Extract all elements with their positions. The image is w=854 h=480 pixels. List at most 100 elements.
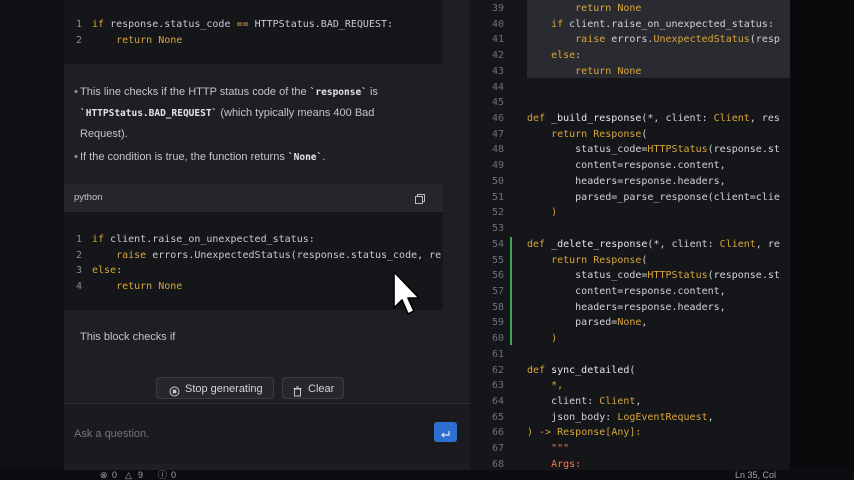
- code-token: if: [92, 19, 105, 30]
- line-number: 43: [491, 65, 504, 77]
- line-number: 1: [76, 19, 83, 30]
- para2-text-b: .: [322, 151, 326, 163]
- line-number: 58: [491, 301, 504, 313]
- explanation-paragraph-1: This line checks if the HTTP status code…: [74, 82, 410, 144]
- warning-count[interactable]: 9: [138, 470, 143, 480]
- code-token: def: [527, 364, 546, 376]
- code-token: response.status_code: [104, 19, 237, 30]
- code-token: (: [641, 128, 648, 140]
- code-text: json_body: LogEventRequest,: [527, 410, 714, 426]
- line-number: 53: [491, 223, 504, 235]
- code-token: _build_response: [545, 113, 642, 125]
- code-token: json_body:: [527, 411, 618, 423]
- code-token: None: [617, 317, 642, 329]
- code-token: raise: [92, 249, 147, 261]
- code-text: return None: [527, 1, 641, 17]
- code-token: status_code=: [527, 270, 648, 282]
- line-number: 49: [491, 160, 504, 172]
- code-text: else:: [527, 48, 581, 64]
- code-text: if client.raise_on_unexpected_status:: [92, 232, 315, 247]
- code-text: return None: [527, 64, 641, 80]
- info-icon: ⓘ: [158, 470, 168, 480]
- explanation-paragraph-2: If the condition is true, the function r…: [74, 147, 410, 168]
- code-token: status_code=: [527, 144, 648, 156]
- code-token: None: [611, 65, 642, 77]
- code-text: content=response.content,: [527, 284, 726, 300]
- line-number: 42: [491, 50, 504, 62]
- line-number: 3: [76, 265, 83, 276]
- code-token: ,: [641, 317, 648, 329]
- code-token: LogEventRequest: [617, 411, 708, 423]
- para1-text-c: (which typically means 400 Bad: [217, 107, 375, 119]
- line-number: 46: [491, 113, 504, 125]
- warning-icon: △: [125, 470, 132, 480]
- line-number: 50: [491, 175, 504, 187]
- clear-button[interactable]: Clear: [282, 377, 344, 399]
- code-token: content=response.content,: [527, 160, 726, 172]
- code-token: , res: [749, 113, 780, 125]
- info-count[interactable]: 0: [171, 470, 176, 480]
- stop-generating-button[interactable]: Stop generating: [156, 377, 274, 399]
- code-token: Client: [599, 396, 636, 407]
- code-token: (*, client:: [641, 113, 714, 125]
- line-number: 59: [491, 317, 504, 329]
- code-token: def: [527, 113, 546, 125]
- code-token: else: [92, 265, 117, 276]
- code-text: parsed=_parse_response(client=clie: [527, 190, 780, 206]
- enter-icon: [440, 427, 451, 445]
- code-token: raise: [527, 34, 606, 46]
- explanation-paragraph-3: This block checks if: [80, 327, 410, 347]
- code-text: def _build_response(*, client: Client, r…: [527, 111, 780, 127]
- line-number: 55: [491, 254, 504, 266]
- code-language-label: python: [74, 192, 103, 203]
- code-token: :: [116, 265, 123, 276]
- line-number: 2: [76, 34, 83, 46]
- code-text: if response.status_code == HTTPStatus.BA…: [92, 17, 393, 32]
- code-text: else:: [92, 263, 122, 278]
- copy-icon[interactable]: [414, 192, 426, 204]
- code-token: else: [527, 50, 576, 62]
- clear-label: Clear: [308, 383, 335, 395]
- line-number: 63: [491, 380, 504, 392]
- code-token: """: [527, 443, 570, 455]
- inline-code-response: `response`: [309, 87, 367, 98]
- line-number: 62: [491, 364, 504, 376]
- code-token: Any: [611, 427, 630, 439]
- code-token: ): [527, 207, 558, 219]
- code-token: ]:: [629, 427, 642, 439]
- code-token: HTTPStatus: [647, 144, 708, 156]
- code-text: status_code=HTTPStatus(response.st: [527, 268, 780, 284]
- line-number: 48: [491, 144, 504, 156]
- code-token: parsed=_parse_response(client=clie: [527, 191, 780, 203]
- code-token: errors.UnexpectedStatus(response.status_…: [146, 249, 442, 261]
- line-number: 68: [491, 458, 504, 470]
- chat-panel: 1 if response.status_code == HTTPStatus.B…: [64, 0, 470, 470]
- cursor-position[interactable]: Ln 35, Col: [735, 470, 776, 480]
- code-token: None: [611, 3, 642, 14]
- code-token: return: [92, 34, 153, 46]
- code-token: if: [527, 18, 564, 30]
- line-number: 39: [491, 3, 504, 14]
- para1-text-a: This line checks if the HTTP status code…: [80, 86, 310, 98]
- error-count[interactable]: 0: [112, 470, 117, 480]
- code-text: *,: [527, 378, 563, 394]
- code-token: Client: [719, 238, 756, 250]
- line-number: 61: [491, 348, 504, 360]
- line-number: 64: [491, 396, 504, 407]
- line-number: 4: [76, 280, 83, 292]
- ask-question-input[interactable]: [72, 422, 416, 446]
- line-number: 1: [76, 234, 83, 245]
- code-token: ): [527, 333, 558, 345]
- code-editor: 39 return None 40 if client.raise_on_unex…: [470, 0, 790, 470]
- inline-code-bad-request: `HTTPStatus.BAD_REQUEST`: [80, 108, 218, 119]
- submit-button[interactable]: [434, 422, 457, 442]
- line-number: 54: [491, 238, 504, 250]
- code-token: ==: [236, 19, 249, 30]
- stop-icon: [169, 383, 180, 397]
- line-number: 60: [491, 333, 504, 345]
- code-token: _delete_response: [545, 238, 648, 250]
- line-number: 52: [491, 207, 504, 219]
- code-text: status_code=HTTPStatus(response.st: [527, 142, 780, 158]
- code-token: , re: [755, 238, 780, 250]
- code-text: parsed=None,: [527, 315, 647, 331]
